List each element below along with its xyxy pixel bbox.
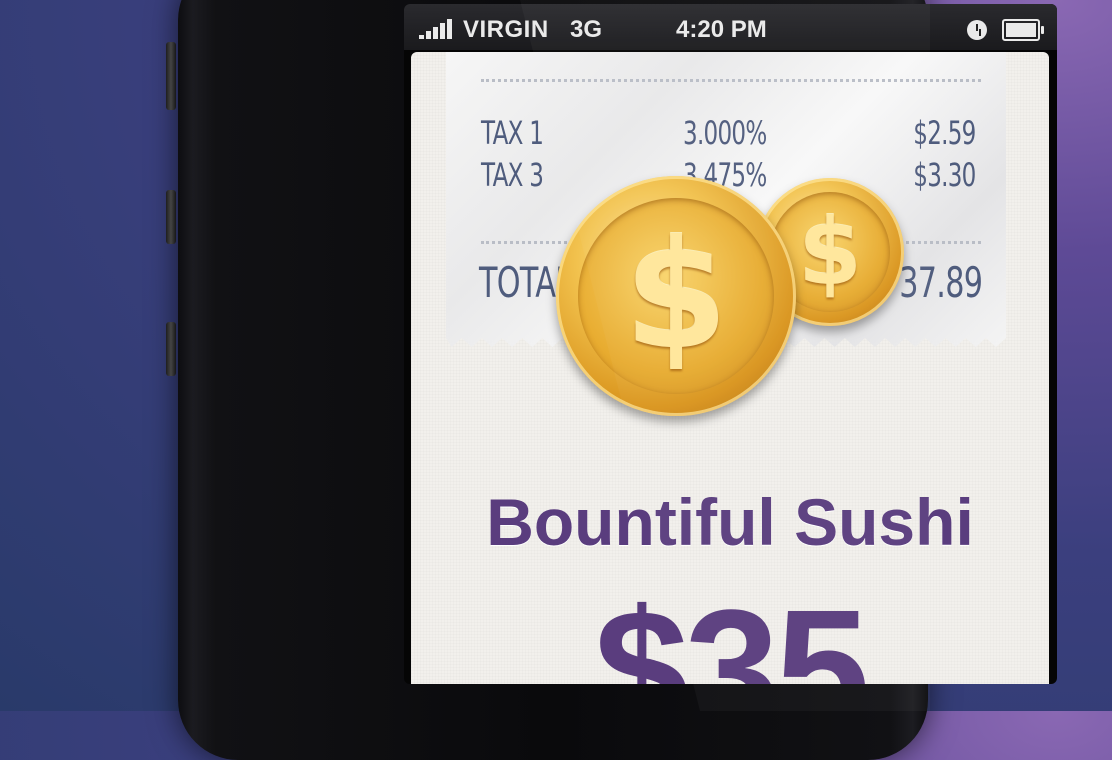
tax-3-label: TAX 3 [481, 156, 544, 194]
carrier-name: VIRGIN [463, 16, 549, 43]
phone-screen: VIRGIN 3G 4:20 PM TAX 1 3.000% $2.59 TAX… [404, 4, 1057, 684]
large-coin-icon: $ [556, 176, 796, 416]
battery-icon [1002, 19, 1044, 41]
alarm-clock-icon [967, 20, 987, 40]
phone-frame: VIRGIN 3G 4:20 PM TAX 1 3.000% $2.59 TAX… [178, 0, 1057, 760]
app-view: TAX 1 3.000% $2.59 TAX 3 3.475% $3.30 TO… [411, 52, 1049, 684]
status-bar: VIRGIN 3G 4:20 PM [404, 4, 1057, 50]
status-time: 4:20 PM [676, 16, 767, 43]
coin-dollar-symbol: $ [797, 198, 862, 306]
coin-dollar-symbol: $ [623, 209, 729, 383]
restaurant-name: Bountiful Sushi [486, 485, 974, 559]
network-type: 3G [570, 16, 603, 43]
volume-down-button [166, 322, 176, 376]
tip-amount: $35 [594, 575, 870, 684]
tax-1-amount: $2.59 [913, 114, 977, 152]
tax-1-label: TAX 1 [481, 114, 544, 152]
volume-up-button [166, 190, 176, 244]
tax-1-rate: 3.000% [683, 114, 767, 152]
total-amount: 37.89 [899, 258, 983, 307]
tax-3-amount: $3.30 [913, 156, 977, 194]
receipt-divider-top [481, 79, 981, 82]
ringer-switch [166, 42, 176, 110]
